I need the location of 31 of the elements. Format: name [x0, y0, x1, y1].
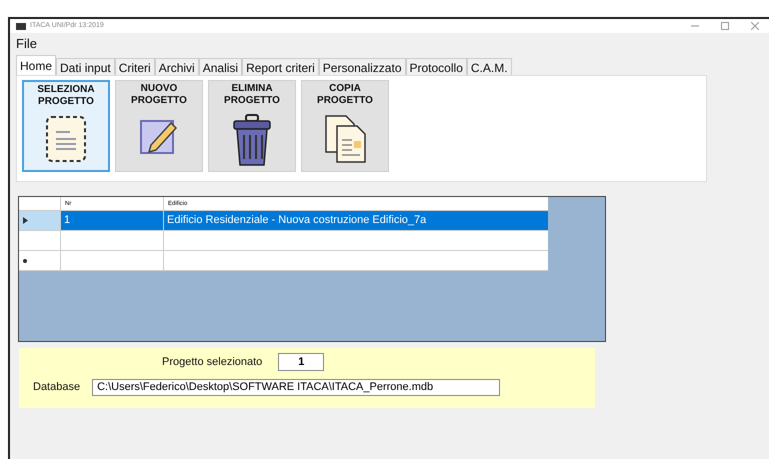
document-icon	[44, 114, 88, 164]
maximize-icon[interactable]	[721, 22, 729, 30]
table-row[interactable]	[19, 231, 548, 251]
project-label: Progetto selezionato	[162, 354, 262, 370]
tab[interactable]: Home	[16, 55, 56, 75]
table-row[interactable]	[19, 251, 548, 271]
table-row[interactable]: 1 Edificio Residenziale - Nuova costruzione Edificio_7a	[19, 211, 548, 231]
app-logo-icon	[16, 22, 26, 30]
table-cell-text: 1	[64, 213, 70, 228]
action-button[interactable]: NUOVO PROGETTO	[115, 80, 203, 172]
tab[interactable]: C.A.M.	[466, 58, 512, 75]
table-cell-text: Edificio Residenziale - Nuova costruzione Edificio_7a	[167, 213, 426, 228]
action-button[interactable]: ELIMINA PROGETTO	[208, 80, 296, 172]
new-row-icon	[23, 258, 27, 262]
tab[interactable]: Report criteri	[242, 58, 319, 75]
tab[interactable]: Personalizzato	[318, 58, 406, 75]
copy-icon	[323, 113, 367, 165]
database-path-field[interactable]: C:\Users\Federico\Desktop\SOFTWARE ITACA\ITACA_Perrone.mdb	[92, 378, 500, 396]
tab[interactable]: Archivi	[154, 58, 199, 75]
project-number-field[interactable]: 1	[278, 353, 324, 371]
tab[interactable]: Protocollo	[406, 58, 467, 75]
database-label: Database	[33, 380, 80, 395]
action-button[interactable]: COPIA PROGETTO	[301, 80, 389, 172]
trash-icon	[232, 113, 272, 167]
tab[interactable]: Analisi	[198, 58, 242, 75]
tab[interactable]: Dati input	[56, 58, 115, 75]
current-row-icon	[23, 217, 28, 224]
menu-item[interactable]: File	[16, 34, 37, 54]
tab[interactable]: Criteri	[114, 58, 155, 75]
action-button[interactable]: SELEZIONA PROGETTO	[22, 80, 110, 172]
close-icon[interactable]	[751, 22, 759, 30]
